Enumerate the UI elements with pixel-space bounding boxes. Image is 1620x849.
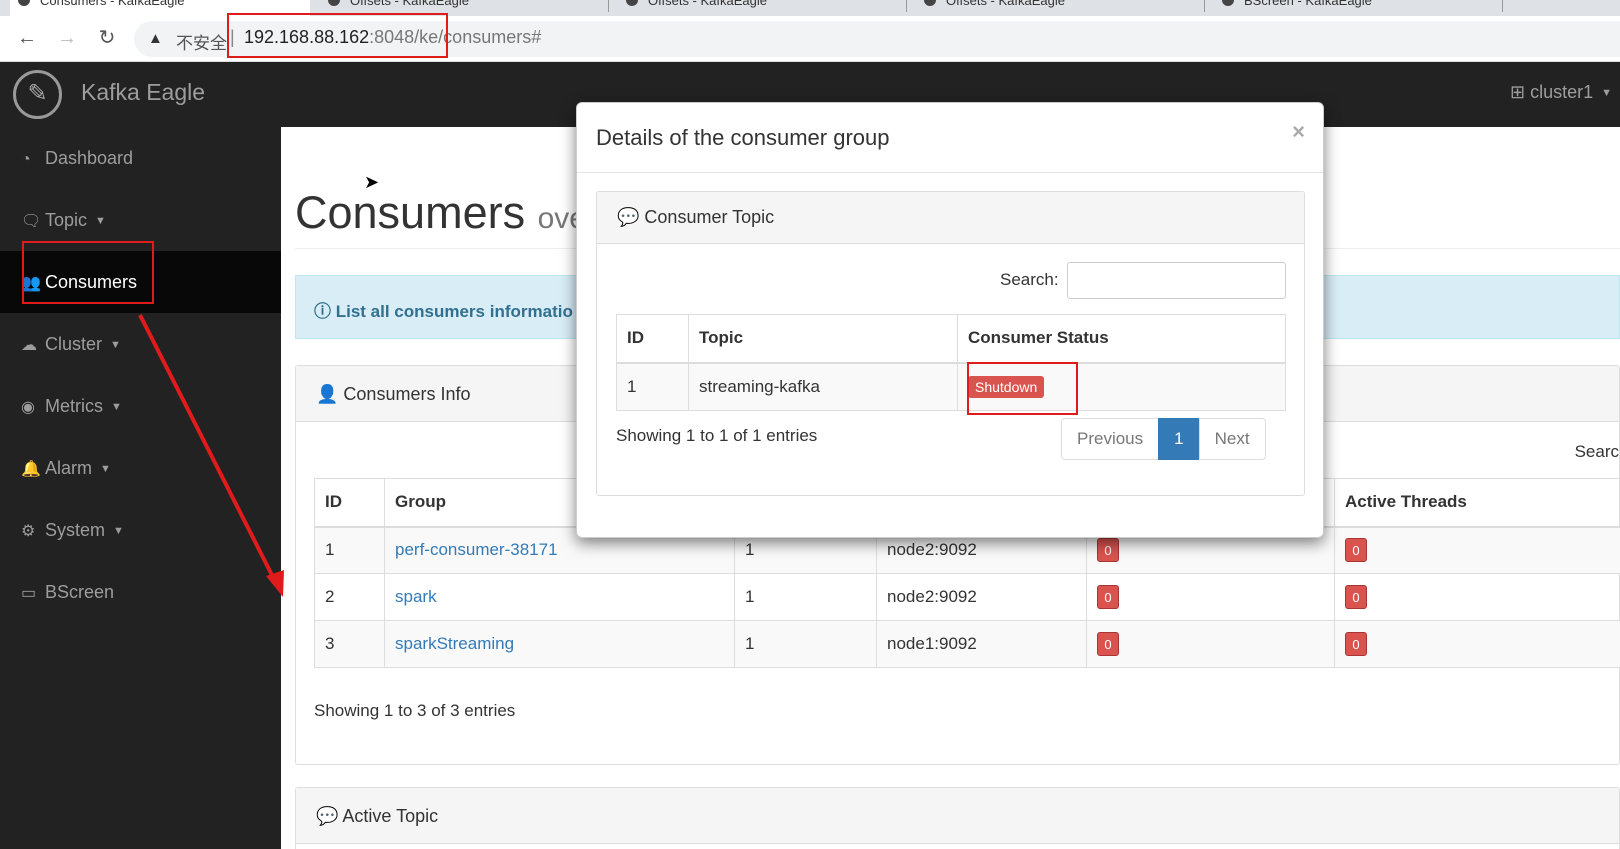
mouse-pointer-icon: ➤	[364, 172, 380, 192]
annotation-arrow	[138, 314, 284, 597]
